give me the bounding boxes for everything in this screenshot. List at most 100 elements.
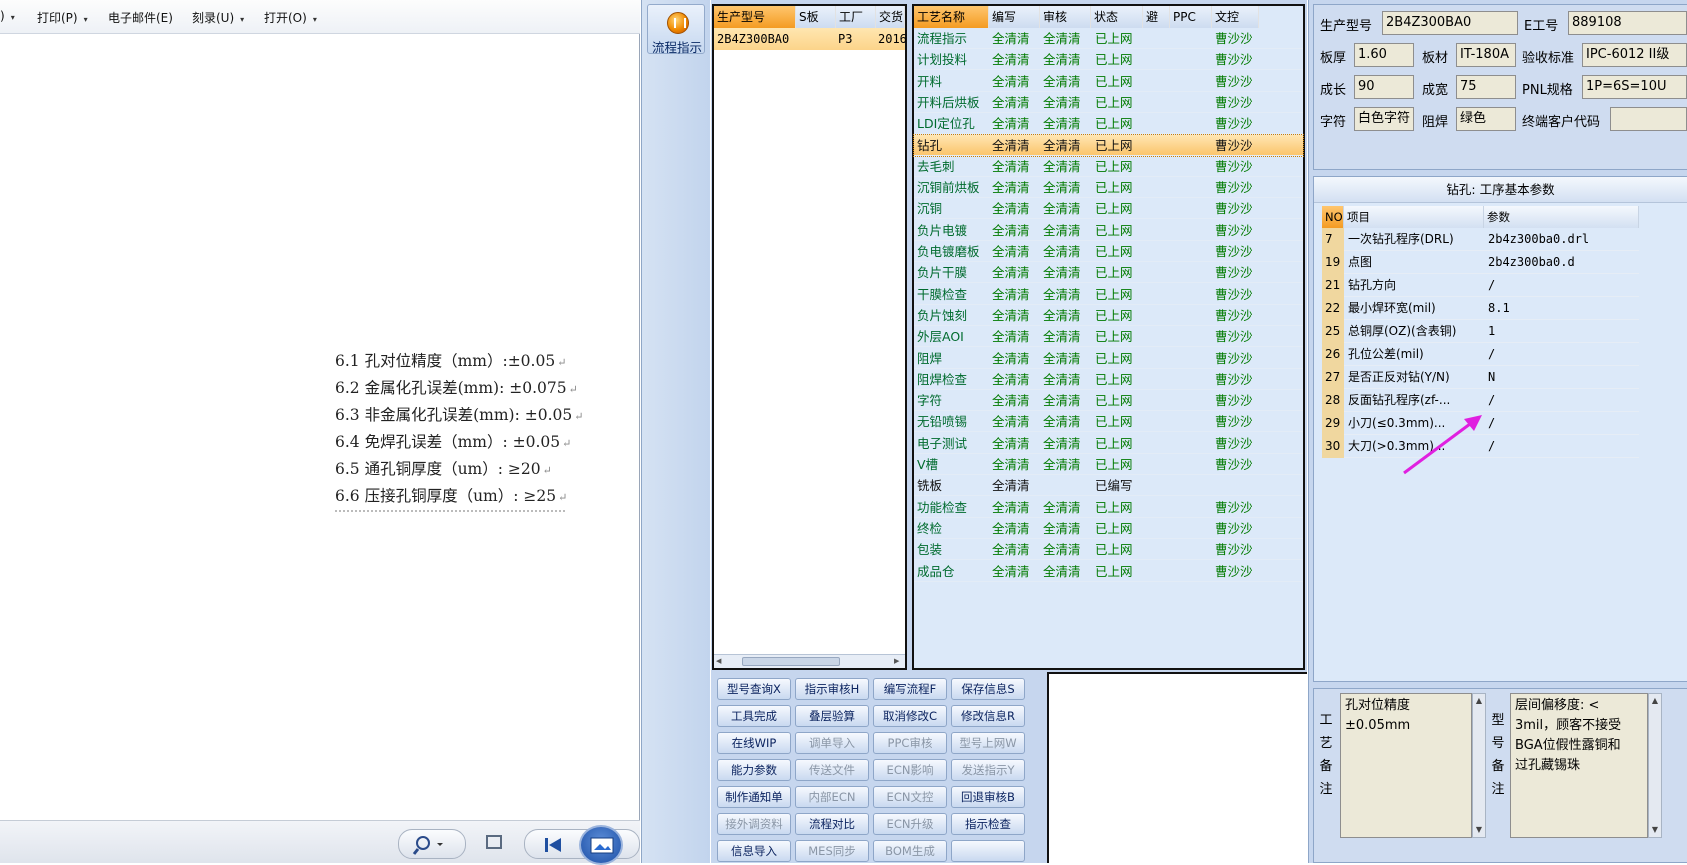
action-button[interactable]: 编写流程F <box>873 678 947 700</box>
solder-mask-field[interactable]: 绿色 <box>1456 107 1516 131</box>
action-button[interactable]: MES同步 <box>795 840 869 862</box>
column-header-doc-control[interactable]: 文控 <box>1212 6 1259 28</box>
process-row[interactable]: 沉铜 全清清 全清清 已上网 曹沙沙 <box>914 198 1303 220</box>
open-menu[interactable]: 打开(O) ▾ <box>264 9 317 26</box>
parameter-row[interactable]: 7 一次钻孔程序(DRL) 2b4z300ba0.drl <box>1322 228 1639 251</box>
action-button[interactable]: PPC审核 <box>873 732 947 754</box>
parameter-row[interactable]: 29 小刀(≤0.3mm)... / <box>1322 412 1639 435</box>
email-menu[interactable]: 电子邮件(E) <box>108 9 173 26</box>
scroll-left-icon[interactable]: ◀ <box>716 657 724 666</box>
process-row[interactable]: 开料 全清清 全清清 已上网 曹沙沙 <box>914 71 1303 92</box>
process-row[interactable]: 流程指示 全清清 全清清 已上网 曹沙沙 <box>914 28 1303 49</box>
print-menu[interactable]: 打印(P) ▾ <box>37 9 88 26</box>
action-button[interactable]: 型号查询X <box>717 678 791 700</box>
action-button[interactable]: ECN文控 <box>873 786 947 808</box>
process-row[interactable]: 无铅喷锡 全清清 全清清 已上网 曹沙沙 <box>914 411 1303 433</box>
model-row[interactable]: 2B4Z300BA0 P3 2016 <box>714 28 906 50</box>
column-header-delivery[interactable]: 交货 <box>876 6 905 28</box>
parameter-row[interactable]: 22 最小焊环宽(mil) 8.1 <box>1322 297 1639 320</box>
action-button[interactable]: 指示检查 <box>951 813 1025 835</box>
column-header-reviewer[interactable]: 审核 <box>1040 6 1091 28</box>
action-button[interactable]: 调单导入 <box>795 732 869 754</box>
process-row[interactable]: 包装 全清清 全清清 已上网 曹沙沙 <box>914 539 1303 561</box>
process-row[interactable]: V槽 全清清 全清清 已上网 曹沙沙 <box>914 454 1303 475</box>
process-row[interactable]: 负片干膜 全清清 全清清 已上网 曹沙沙 <box>914 262 1303 284</box>
action-button[interactable]: 信息导入 <box>717 840 791 862</box>
scroll-down-icon[interactable]: ▼ <box>1474 824 1484 836</box>
scroll-right-icon[interactable]: ▶ <box>894 657 902 666</box>
product-model-field[interactable]: 2B4Z300BA0 <box>1382 11 1518 35</box>
action-button[interactable]: 保存信息S <box>951 678 1025 700</box>
parameter-row[interactable]: 26 孔位公差(mil) / <box>1322 343 1639 366</box>
previous-icon[interactable] <box>539 832 569 858</box>
flow-indicator-button[interactable]: 流程指示 <box>647 4 705 55</box>
action-button[interactable]: 内部ECN <box>795 786 869 808</box>
length-field[interactable]: 90 <box>1354 75 1414 99</box>
pnl-spec-field[interactable]: 1P=6S=10U <box>1582 75 1687 99</box>
column-header-item[interactable]: 项目 <box>1344 206 1484 228</box>
column-header-process[interactable]: 工艺名称 <box>914 6 989 28</box>
action-button[interactable]: 能力参数 <box>717 759 791 781</box>
process-row[interactable]: 外层AOI 全清清 全清清 已上网 曹沙沙 <box>914 326 1303 348</box>
board-material-field[interactable]: IT-180A <box>1456 43 1516 67</box>
column-header-avoid[interactable]: 避 <box>1143 6 1170 28</box>
action-button[interactable]: 发送指示Y <box>951 759 1025 781</box>
width-field[interactable]: 75 <box>1456 75 1516 99</box>
fit-screen-icon[interactable] <box>486 835 502 849</box>
action-button[interactable]: ECN影响 <box>873 759 947 781</box>
column-header-status[interactable]: 状态 <box>1091 6 1143 28</box>
parameter-row[interactable]: 30 大刀(>0.3mm)... / <box>1322 435 1639 458</box>
action-button[interactable]: 回退审核B <box>951 786 1025 808</box>
action-button[interactable]: BOM生成 <box>873 840 947 862</box>
acceptance-standard-field[interactable]: IPC-6012 II级 <box>1582 43 1687 67</box>
action-button[interactable]: 指示审核H <box>795 678 869 700</box>
process-remark-textbox[interactable]: 孔对位精度 ±0.05mm <box>1340 693 1472 838</box>
scroll-thumb[interactable] <box>742 657 840 666</box>
end-customer-field[interactable] <box>1610 107 1687 131</box>
action-button[interactable]: ECN升级 <box>873 813 947 835</box>
action-button[interactable]: 传送文件 <box>795 759 869 781</box>
legend-field[interactable]: 白色字符 <box>1354 107 1414 131</box>
process-row[interactable]: 去毛刺 全清清 全清清 已上网 曹沙沙 <box>914 156 1303 177</box>
process-row[interactable]: 沉铜前烘板 全清清 全清清 已上网 曹沙沙 <box>914 177 1303 199</box>
column-header-writer[interactable]: 编写 <box>989 6 1040 28</box>
process-remark-scrollbar[interactable]: ▲ ▼ <box>1472 693 1486 838</box>
scroll-up-icon[interactable]: ▲ <box>1650 695 1660 707</box>
action-button[interactable]: 取消修改C <box>873 705 947 727</box>
action-button[interactable]: 制作通知单 <box>717 786 791 808</box>
action-button[interactable]: 流程对比 <box>795 813 869 835</box>
horizontal-scrollbar[interactable]: ◀ ▶ <box>714 654 905 668</box>
action-button[interactable]: 修改信息R <box>951 705 1025 727</box>
action-button[interactable]: 在线WIP <box>717 732 791 754</box>
process-row[interactable]: 字符 全清清 全清清 已上网 曹沙沙 <box>914 390 1303 412</box>
column-header-param[interactable]: 参数 <box>1484 206 1639 228</box>
action-button[interactable]: 接外调资料 <box>717 813 791 835</box>
column-header-s-board[interactable]: S板 <box>796 6 836 28</box>
column-header-ppc[interactable]: PPC <box>1170 6 1212 28</box>
action-button[interactable]: 型号上网W <box>951 732 1025 754</box>
process-row[interactable]: 钻孔 全清清 全清清 已上网 曹沙沙 <box>913 133 1304 157</box>
process-row[interactable]: 计划投料 全清清 全清清 已上网 曹沙沙 <box>914 49 1303 71</box>
zoom-button[interactable] <box>398 829 466 859</box>
process-row[interactable]: 成品仓 全清清 全清清 已上网 曹沙沙 <box>914 561 1303 582</box>
burn-menu[interactable]: 刻录(U) ▾ <box>192 9 244 26</box>
toolbar-menu-partial[interactable]: ) ▾ <box>0 9 15 23</box>
process-row[interactable]: 阻焊 全清清 全清清 已上网 曹沙沙 <box>914 348 1303 369</box>
process-row[interactable]: LDI定位孔 全清清 全清清 已上网 曹沙沙 <box>914 113 1303 135</box>
parameter-row[interactable]: 19 点图 2b4z300ba0.d <box>1322 251 1639 274</box>
process-row[interactable]: 负片电镀 全清清 全清清 已上网 曹沙沙 <box>914 220 1303 241</box>
column-header-factory[interactable]: 工厂 <box>836 6 876 28</box>
action-button[interactable] <box>951 840 1025 862</box>
action-button[interactable]: 工具完成 <box>717 705 791 727</box>
column-header-no[interactable]: NO <box>1322 206 1344 228</box>
process-row[interactable]: 终检 全清清 全清清 已上网 曹沙沙 <box>914 518 1303 539</box>
column-header-model[interactable]: 生产型号 <box>714 6 796 28</box>
process-row[interactable]: 干膜检查 全清清 全清清 已上网 曹沙沙 <box>914 284 1303 305</box>
scroll-up-icon[interactable]: ▲ <box>1474 695 1484 707</box>
e-job-field[interactable]: 889108 <box>1568 11 1687 35</box>
slideshow-button[interactable] <box>579 825 623 865</box>
model-remark-scrollbar[interactable]: ▲ ▼ <box>1648 693 1662 838</box>
process-row[interactable]: 电子测试 全清清 全清清 已上网 曹沙沙 <box>914 433 1303 454</box>
parameter-row[interactable]: 25 总铜厚(OZ)(含表铜) 1 <box>1322 320 1639 343</box>
process-row[interactable]: 功能检查 全清清 全清清 已上网 曹沙沙 <box>914 497 1303 518</box>
